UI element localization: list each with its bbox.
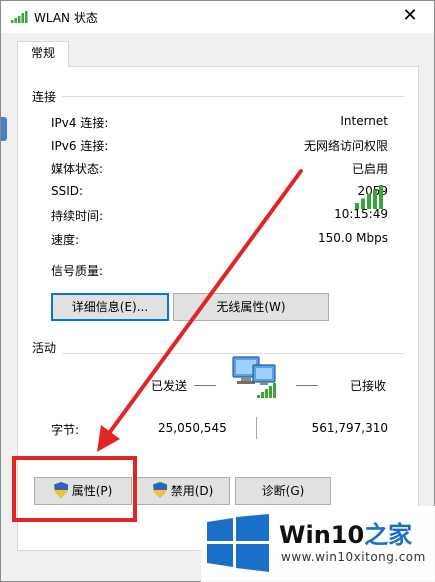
title-bar[interactable]: WLAN 状态 ✕ xyxy=(1,1,434,33)
speed-label: 速度: xyxy=(51,233,80,247)
watermark-title: Win10之家 xyxy=(279,515,412,550)
wifi-signal-icon xyxy=(11,11,28,23)
ipv6-value: 无网络访问权限 xyxy=(303,139,388,153)
media-state-value: 已启用 xyxy=(351,162,388,176)
bytes-received-value: 561,797,310 xyxy=(311,421,388,435)
media-state-label: 媒体状态: xyxy=(51,162,104,176)
watermark-title-prefix: Win10 xyxy=(279,521,365,549)
disable-button[interactable]: 禁用(D) xyxy=(136,477,230,505)
signal-bar xyxy=(379,185,383,209)
activity-divider xyxy=(32,353,404,354)
speed-value: 150.0 Mbps xyxy=(317,231,388,245)
connection-section-label: 连接 xyxy=(32,88,63,105)
network-connection-icon xyxy=(232,356,276,398)
window-title: WLAN 状态 xyxy=(34,11,98,25)
received-line xyxy=(296,385,318,386)
windows-logo-icon xyxy=(207,514,269,572)
background-window-icon xyxy=(1,117,7,141)
received-label: 已接收 xyxy=(350,379,387,393)
diagnose-button[interactable]: 诊断(G) xyxy=(235,477,331,505)
sent-label: 已发送 xyxy=(151,379,188,393)
signal-bar xyxy=(355,203,359,209)
uac-shield-icon xyxy=(152,482,167,498)
wlan-status-window: WLAN 状态 ✕ 常规 连接 IPv4 连接: Internet IPv6 连… xyxy=(0,0,435,582)
background-window-edge xyxy=(1,51,7,81)
signal-quality-label: 信号质量: xyxy=(51,264,104,278)
close-button[interactable]: ✕ xyxy=(388,1,432,31)
signal-bar xyxy=(361,198,365,209)
annotation-highlight-box xyxy=(12,456,137,522)
disable-button-label: 禁用(D) xyxy=(170,484,214,498)
duration-value: 10:15:49 xyxy=(334,207,388,221)
activity-section-label: 活动 xyxy=(32,339,63,356)
tab-general[interactable]: 常规 xyxy=(17,41,69,67)
bytes-divider xyxy=(256,417,257,439)
close-icon: ✕ xyxy=(402,5,418,26)
bytes-label: 字节: xyxy=(51,423,80,437)
signal-bar xyxy=(373,189,377,209)
duration-label: 持续时间: xyxy=(51,209,104,223)
connection-divider xyxy=(32,96,404,97)
ssid-label: SSID: xyxy=(51,184,84,198)
ipv4-value: Internet xyxy=(340,114,388,128)
signal-bar xyxy=(367,194,371,209)
details-button[interactable]: 详细信息(E)... xyxy=(51,293,169,321)
wireless-properties-button[interactable]: 无线属性(W) xyxy=(173,293,329,321)
ipv6-label: IPv6 连接: xyxy=(51,139,109,153)
site-watermark: Win10之家 www.win10xitong.com xyxy=(201,506,435,582)
signal-strength-icon xyxy=(355,185,383,209)
watermark-url: www.win10xitong.com xyxy=(281,550,426,564)
ipv4-label: IPv4 连接: xyxy=(51,116,109,130)
bytes-sent-value: 25,050,545 xyxy=(158,421,227,435)
sent-line xyxy=(194,385,216,386)
watermark-title-suffix: 之家 xyxy=(364,521,413,549)
